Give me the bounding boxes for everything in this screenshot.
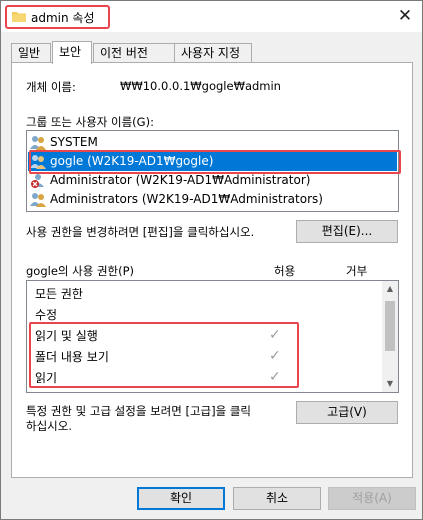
permission-row: 모든 권한 [35, 287, 83, 301]
allow-header: 허용 [274, 264, 296, 278]
users-group-icon [30, 136, 46, 150]
object-name-label: 개체 이름: [26, 80, 76, 94]
advanced-hint-line2: 하십시오. [26, 419, 72, 433]
advanced-button[interactable]: 고급(V) [296, 401, 398, 424]
deny-header: 거부 [346, 264, 368, 278]
properties-dialog: admin 속성 ✕ 일반 보안 이전 버전 사용자 지정 개체 이름: ₩₩1… [0, 0, 423, 520]
object-name-value: ₩₩10.0.0.1₩gogle₩admin [120, 79, 281, 93]
scroll-thumb[interactable] [385, 301, 395, 351]
list-item[interactable]: Administrators (W2K19-AD1₩Administrators… [28, 190, 397, 209]
users-group-icon [30, 193, 46, 207]
permissions-scrollbar[interactable]: ▲ ▼ [382, 281, 398, 392]
apply-button[interactable]: 적용(A) [328, 487, 416, 510]
scroll-down-icon[interactable]: ▼ [382, 376, 398, 392]
user-denied-icon [31, 174, 44, 188]
group-list-label: 그룹 또는 사용자 이름(G): [26, 115, 154, 129]
title-highlight-box [5, 5, 110, 29]
cancel-button[interactable]: 취소 [233, 487, 321, 510]
permissions-header: gogle의 사용 권한(P) [26, 264, 135, 278]
close-icon[interactable]: ✕ [391, 4, 419, 28]
tab-security[interactable]: 보안 [52, 41, 92, 64]
selected-user-highlight-box [29, 150, 401, 174]
advanced-hint-line1: 특정 권한 및 고급 설정을 보려면 [고급]을 클릭 [26, 404, 251, 418]
tab-previous-versions[interactable]: 이전 버전 [93, 43, 175, 63]
allowed-permissions-highlight-box [29, 322, 299, 388]
ok-button[interactable]: 확인 [137, 487, 225, 510]
tab-customize[interactable]: 사용자 지정 [174, 43, 252, 63]
edit-button[interactable]: 편집(E)... [296, 220, 398, 243]
edit-hint-text: 사용 권한을 변경하려면 [편집]을 클릭하십시오. [26, 225, 255, 239]
scroll-up-icon[interactable]: ▲ [382, 281, 398, 297]
title-bar: admin 속성 ✕ [1, 1, 422, 32]
list-item-label: Administrators (W2K19-AD1₩Administrators… [50, 192, 323, 206]
security-panel: 개체 이름: ₩₩10.0.0.1₩gogle₩admin 그룹 또는 사용자 … [11, 62, 413, 478]
tab-general[interactable]: 일반 [11, 43, 51, 63]
